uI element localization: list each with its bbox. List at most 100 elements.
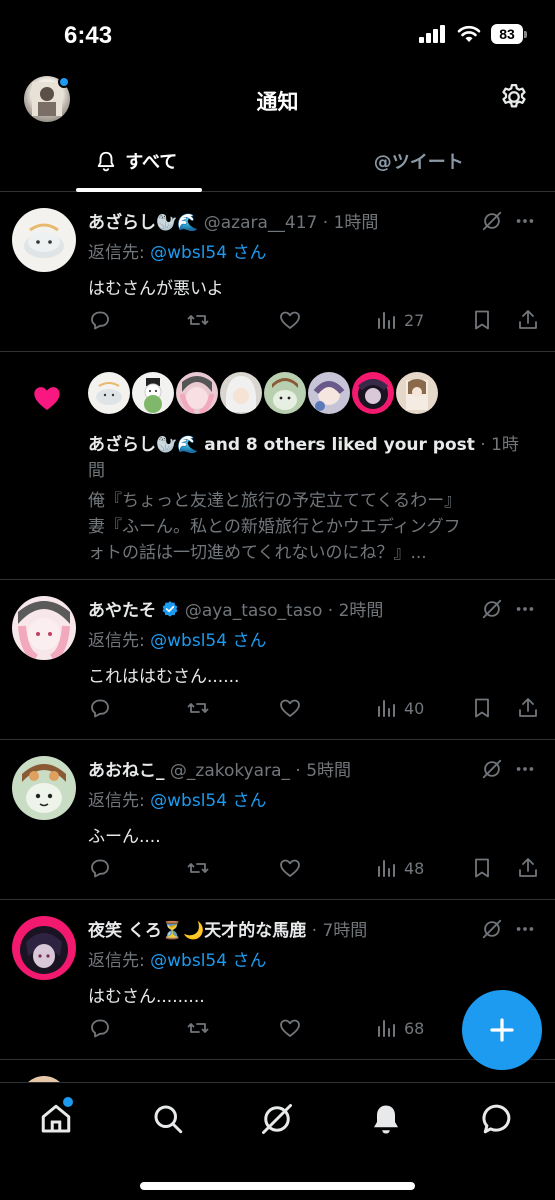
author-name[interactable]: あおねこ_ [88, 761, 165, 781]
bookmark-icon [475, 698, 489, 718]
reply-to-handle[interactable]: @wbsl54 さん [150, 631, 266, 651]
retweet-button[interactable] [186, 308, 210, 332]
share-button[interactable] [516, 696, 540, 720]
views-button[interactable]: 48 [374, 856, 424, 880]
author-name[interactable]: あやたそ [88, 601, 156, 621]
retweet-button[interactable] [186, 856, 210, 880]
heart-icon [280, 699, 300, 717]
reply-to-label: 返信先: [88, 631, 151, 651]
post-preview[interactable]: 俺『ちょっと友達と旅行の予定立ててくるわー』 妻『ふーん。私との新婚旅行とかウエ… [88, 488, 535, 566]
reply-to-label: 返信先: [88, 951, 151, 971]
bell-icon[interactable] [368, 1101, 404, 1137]
avatar[interactable] [176, 372, 218, 414]
tweet-header: 夜笑 くろ⏳🌙天才的な馬鹿 · 7時間 [88, 916, 483, 941]
retweet-button[interactable] [186, 1016, 210, 1040]
grok-icon[interactable] [481, 210, 503, 232]
reply-button[interactable] [88, 1016, 112, 1040]
reply-to: 返信先: @wbsl54 さん [88, 626, 266, 651]
avatar[interactable] [12, 756, 76, 820]
wifi-icon [457, 25, 481, 42]
author-handle[interactable]: @_zakokyara_ [170, 761, 290, 781]
views-icon [378, 860, 395, 877]
compose-button[interactable] [462, 990, 542, 1070]
tweet-header: あざらし🦭🌊 @azara__417 · 1時間 [88, 208, 483, 233]
home-notification-dot [63, 1097, 73, 1107]
avatar[interactable] [12, 916, 76, 980]
like-names[interactable]: あざらし🦭🌊 and 8 others liked your post [88, 435, 475, 455]
page-title: 通知 [256, 90, 299, 114]
header: 通知 [0, 70, 555, 130]
tab-mentions[interactable]: @ツイート [283, 130, 555, 191]
share-icon [519, 698, 537, 717]
bookmark-button[interactable] [470, 308, 494, 332]
avatar[interactable] [12, 596, 76, 660]
status-time: 6:43 [64, 22, 113, 49]
reply-icon [91, 699, 109, 718]
search-icon[interactable] [150, 1101, 186, 1137]
avatar[interactable] [220, 372, 262, 414]
author-handle[interactable]: @aya_taso_taso [185, 601, 323, 621]
avatar[interactable] [12, 208, 76, 272]
tweet-time: · 1時間 [322, 213, 379, 233]
bookmark-button[interactable] [470, 696, 494, 720]
grok-icon[interactable] [481, 918, 503, 940]
heart-icon [280, 311, 300, 329]
grok-icon[interactable] [259, 1101, 295, 1137]
share-button[interactable] [516, 308, 540, 332]
views-button[interactable]: 40 [374, 696, 424, 720]
notification-likes[interactable]: あざらし🦭🌊 and 8 others liked your post · 1時… [0, 352, 555, 580]
gear-icon[interactable] [499, 82, 529, 112]
bookmark-icon [475, 310, 489, 330]
notification-tabs: すべて @ツイート [0, 130, 555, 192]
avatar[interactable] [88, 372, 130, 414]
tweet-text: これははむさん...... [88, 667, 240, 687]
tweet-header: あおねこ_ @_zakokyara_ · 5時間 [88, 756, 483, 781]
more-icon[interactable] [513, 918, 537, 940]
avatar[interactable] [396, 372, 438, 414]
author-handle[interactable]: @azara__417 [204, 213, 318, 233]
like-summary: あざらし🦭🌊 and 8 others liked your post · 1時… [88, 432, 535, 484]
author-name[interactable]: あざらし🦭🌊 [88, 213, 198, 233]
notification-reply[interactable]: あざらし🦭🌊 @azara__417 · 1時間 返信先: @wbsl54 さん… [0, 192, 555, 352]
views-count: 27 [404, 310, 425, 330]
like-button[interactable] [278, 308, 302, 332]
tab-all-label: すべて [125, 151, 178, 173]
reply-to-handle[interactable]: @wbsl54 さん [150, 951, 266, 971]
like-button[interactable] [278, 856, 302, 880]
grok-icon[interactable] [481, 598, 503, 620]
share-icon [519, 858, 537, 877]
views-button[interactable]: 68 [374, 1016, 424, 1040]
reply-to-handle[interactable]: @wbsl54 さん [150, 243, 266, 263]
retweet-button[interactable] [186, 696, 210, 720]
messages-icon[interactable] [480, 1101, 516, 1137]
more-icon[interactable] [513, 598, 537, 620]
avatar[interactable] [352, 372, 394, 414]
views-count: 40 [404, 698, 425, 718]
grok-icon[interactable] [481, 758, 503, 780]
home-indicator[interactable] [140, 1182, 415, 1190]
tweet-header: あやたそ @aya_taso_taso · 2時間 [88, 596, 483, 621]
reply-button[interactable] [88, 308, 112, 332]
bookmark-button[interactable] [470, 856, 494, 880]
more-icon[interactable] [513, 210, 537, 232]
tab-all[interactable]: すべて [0, 130, 283, 192]
share-button[interactable] [516, 856, 540, 880]
reply-to: 返信先: @wbsl54 さん [88, 946, 266, 971]
compose-icon [490, 1018, 514, 1042]
reply-button[interactable] [88, 856, 112, 880]
notification-reply[interactable]: あやたそ @aya_taso_taso · 2時間 返信先: @wbsl54 さ… [0, 580, 555, 740]
avatar[interactable] [264, 372, 306, 414]
views-button[interactable]: 27 [374, 308, 424, 332]
reply-button[interactable] [88, 696, 112, 720]
avatar[interactable] [308, 372, 350, 414]
avatar[interactable] [132, 372, 174, 414]
tweet-actions: 48 [88, 856, 539, 882]
notification-reply[interactable]: あおねこ_ @_zakokyara_ · 5時間 返信先: @wbsl54 さん… [0, 740, 555, 900]
more-icon[interactable] [513, 758, 537, 780]
like-button[interactable] [278, 696, 302, 720]
reply-to-handle[interactable]: @wbsl54 さん [150, 791, 266, 811]
like-button[interactable] [278, 1016, 302, 1040]
reply-icon [91, 859, 109, 878]
tweet-actions: 40 [88, 696, 539, 722]
author-name[interactable]: 夜笑 くろ⏳🌙天才的な馬鹿 [88, 921, 306, 941]
